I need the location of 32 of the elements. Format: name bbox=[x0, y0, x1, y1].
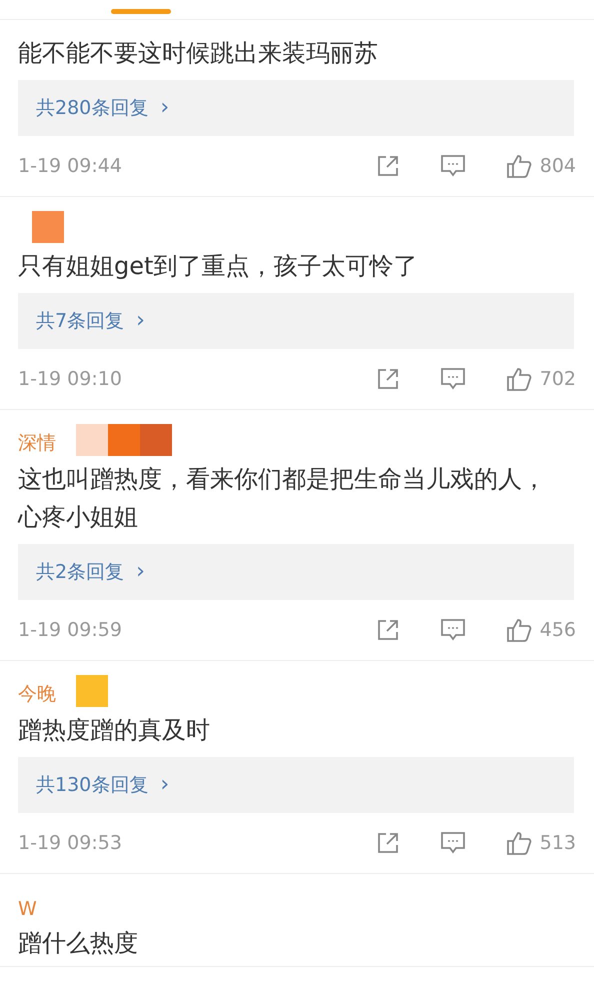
comment-icon[interactable] bbox=[440, 618, 466, 642]
like-button[interactable]: 513 bbox=[506, 830, 576, 856]
share-icon[interactable] bbox=[376, 831, 400, 855]
replies-link[interactable]: 共2条回复 › bbox=[18, 544, 574, 600]
like-button[interactable]: 702 bbox=[506, 366, 576, 392]
replies-link[interactable]: 共280条回复 › bbox=[18, 80, 574, 136]
like-button[interactable]: 804 bbox=[506, 153, 576, 179]
comment-text: 蹭什么热度 bbox=[18, 928, 139, 959]
thumbs-up-icon bbox=[506, 617, 532, 643]
thumbs-up-icon bbox=[506, 153, 532, 179]
comment-time: 1-19 09:10 bbox=[18, 368, 123, 390]
comment-icon[interactable] bbox=[440, 831, 466, 855]
username[interactable]: 今晚 bbox=[18, 681, 56, 707]
share-icon[interactable] bbox=[376, 618, 400, 642]
comment-time: 1-19 09:44 bbox=[18, 155, 123, 177]
share-icon[interactable] bbox=[376, 367, 400, 391]
share-icon[interactable] bbox=[376, 154, 400, 178]
replies-link[interactable]: 共130条回复 › bbox=[18, 757, 574, 813]
comment-text: 这也叫蹭热度，看来你们都是把生命当儿戏的人，心疼小姐姐 bbox=[18, 464, 547, 533]
like-button[interactable]: 456 bbox=[506, 617, 576, 643]
comment-text: 能不能不要这时候跳出来装玛丽苏 bbox=[18, 38, 379, 69]
replies-link[interactable]: 共7条回复 › bbox=[18, 293, 574, 349]
thumbs-up-icon bbox=[506, 830, 532, 856]
comment-text: 只有姐姐get到了重点，孩子太可怜了 bbox=[18, 251, 418, 282]
username[interactable]: W bbox=[18, 898, 37, 920]
comment-time: 1-19 09:59 bbox=[18, 619, 123, 641]
comment-icon[interactable] bbox=[440, 367, 466, 391]
comment-time: 1-19 09:53 bbox=[18, 832, 123, 854]
username[interactable]: 深情 bbox=[18, 430, 56, 456]
comment-icon[interactable] bbox=[440, 154, 466, 178]
comment-text: 蹭热度蹭的真及时 bbox=[18, 715, 211, 746]
thumbs-up-icon bbox=[506, 366, 532, 392]
